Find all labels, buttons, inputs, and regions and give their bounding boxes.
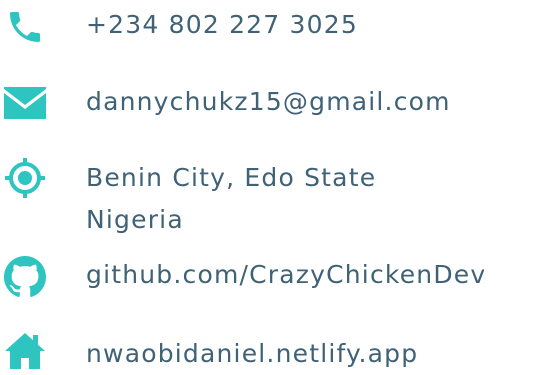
location-line-2: Nigeria xyxy=(86,205,184,234)
email-address-link[interactable]: dannychukz15@gmail.com xyxy=(86,80,451,123)
github-icon xyxy=(3,255,47,299)
phone-icon xyxy=(3,5,47,49)
location-target-icon xyxy=(3,156,47,200)
phone-number-link[interactable]: +234 802 227 3025 xyxy=(86,3,358,46)
website-link[interactable]: nwaobidaniel.netlify.app xyxy=(86,332,418,375)
envelope-icon xyxy=(3,81,47,125)
github-link[interactable]: github.com/CrazyChickenDev xyxy=(86,253,486,296)
location-line-1: Benin City, Edo State xyxy=(86,163,377,192)
home-icon xyxy=(3,329,47,373)
contact-list: +234 802 227 3025 dannychukz15@gmail.com… xyxy=(0,0,534,372)
